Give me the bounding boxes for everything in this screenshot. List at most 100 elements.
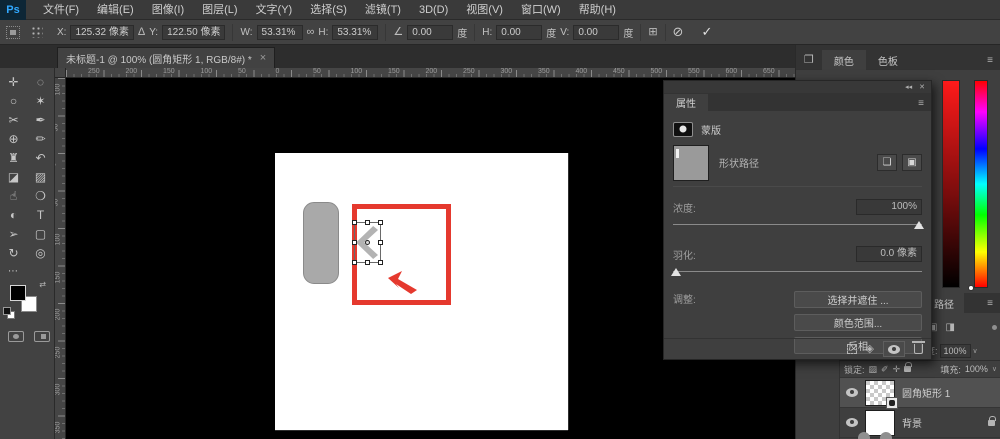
density-slider[interactable] <box>673 220 924 230</box>
height-input[interactable]: 53.31% <box>332 24 379 40</box>
delete-mask-icon[interactable] <box>912 341 925 354</box>
feather-slider[interactable] <box>671 267 922 277</box>
h-skew-input[interactable]: 0.00 <box>496 24 543 40</box>
tab-color[interactable]: 颜色 <box>821 50 866 70</box>
panel-menu-icon[interactable]: ≡ <box>918 98 924 109</box>
transform-handle[interactable] <box>352 220 357 225</box>
panel-footer-icon[interactable] <box>858 432 870 439</box>
menu-item-10[interactable]: 帮助(H) <box>570 0 625 20</box>
x-input[interactable]: 125.32 像素 <box>70 24 134 40</box>
menu-item-6[interactable]: 滤镜(T) <box>356 0 410 20</box>
transform-handle[interactable] <box>378 239 383 245</box>
history-brush-tool[interactable]: ↶ <box>29 148 53 167</box>
menu-item-8[interactable]: 视图(V) <box>457 0 512 20</box>
eraser-tool[interactable]: ◪ <box>2 167 26 186</box>
chevron-down-icon[interactable]: ∨ <box>973 347 978 355</box>
lock-image-pixels-icon[interactable]: ✐ <box>881 364 889 375</box>
transform-handle[interactable] <box>352 260 357 265</box>
eyedropper-tool[interactable]: ✒ <box>29 110 53 129</box>
tab-swatches[interactable]: 色板 <box>866 50 910 70</box>
edit-toolbar-ellipsis[interactable]: ⋯ <box>0 262 54 279</box>
type-tool[interactable]: T <box>29 205 53 224</box>
menu-item-1[interactable]: 编辑(E) <box>88 0 143 20</box>
feather-input[interactable]: 0.0 像素 <box>856 246 922 262</box>
y-input[interactable]: 122.50 像素 <box>162 24 226 40</box>
swap-colors-icon[interactable]: ⇄ <box>39 280 46 289</box>
visibility-eye-icon[interactable] <box>846 418 858 427</box>
menu-item-4[interactable]: 文字(Y) <box>247 0 302 20</box>
sponge-tool[interactable]: ❍ <box>29 186 53 205</box>
rotate-view-tool[interactable]: ↻ <box>2 243 26 262</box>
document-tab[interactable]: 未标题-1 @ 100% (圆角矩形 1, RGB/8#) * × <box>57 47 276 68</box>
transform-handle[interactable] <box>352 239 357 245</box>
cancel-transform-button[interactable]: ⊘ <box>673 24 684 40</box>
transform-handle[interactable] <box>364 260 370 265</box>
collapse-panel-icon[interactable]: ◂◂ <box>905 83 912 91</box>
path-selection-tool[interactable]: ➢ <box>2 224 26 243</box>
lasso-tool[interactable]: ○ <box>2 91 26 110</box>
magic-wand-tool[interactable]: ✶ <box>29 91 53 110</box>
layer-thumbnail[interactable] <box>865 379 898 409</box>
menu-item-7[interactable]: 3D(D) <box>410 0 457 20</box>
crop-tool[interactable]: ✂ <box>2 110 26 129</box>
width-input[interactable]: 53.31% <box>256 24 303 40</box>
gradient-tool[interactable]: ▨ <box>29 167 53 186</box>
menu-item-2[interactable]: 图像(I) <box>143 0 193 20</box>
quick-mask-icon[interactable] <box>8 331 24 342</box>
close-tab-icon[interactable]: × <box>260 52 266 64</box>
panel-menu-icon[interactable]: ≡ <box>987 298 993 309</box>
commit-transform-button[interactable]: ✓ <box>701 24 712 40</box>
select-and-mask-button[interactable]: 选择并遮住 ... <box>794 291 922 308</box>
hue-slider-marker[interactable] <box>968 285 974 291</box>
zoom-tool[interactable]: ◎ <box>29 243 53 262</box>
chevron-down-icon[interactable]: ∨ <box>992 365 997 373</box>
layer-thumbnail[interactable] <box>865 409 895 436</box>
lock-transparent-pixels-icon[interactable]: ▨ <box>869 364 878 375</box>
layer-name[interactable]: 背景 <box>902 415 922 430</box>
foreground-color-swatch[interactable] <box>10 285 26 301</box>
pencil-tool[interactable]: ✏ <box>29 129 53 148</box>
add-vector-mask-icon[interactable]: ▣ <box>902 154 922 171</box>
add-layer-mask-icon[interactable]: ❏ <box>877 154 897 171</box>
shape-tool[interactable]: ▢ <box>29 224 53 243</box>
color-ramp-red[interactable] <box>942 80 960 288</box>
transform-handle[interactable] <box>378 260 383 265</box>
color-ramp-hue[interactable] <box>974 80 988 288</box>
reference-point-icon[interactable] <box>31 26 43 38</box>
filter-adjustment-icon[interactable]: ◨ <box>945 322 954 333</box>
panel-thumbnail-icon[interactable]: ❐ <box>804 53 814 66</box>
slider-thumb[interactable] <box>671 268 681 276</box>
menu-item-5[interactable]: 选择(S) <box>301 0 356 20</box>
transform-handle[interactable] <box>378 220 383 225</box>
lock-all-icon[interactable] <box>904 362 913 372</box>
dodge-tool[interactable]: ◐ <box>2 205 26 224</box>
tool-preset-icon[interactable] <box>6 25 20 39</box>
move-tool[interactable]: ✛ <box>2 72 26 91</box>
slider-thumb[interactable] <box>914 221 924 229</box>
close-panel-icon[interactable]: ✕ <box>919 83 925 91</box>
rounded-rectangle-shape[interactable] <box>303 202 339 284</box>
fill-value[interactable]: 100% <box>965 364 988 374</box>
visibility-eye-icon[interactable] <box>846 388 858 397</box>
marquee-tool[interactable]: ◌ <box>29 72 53 91</box>
menu-item-0[interactable]: 文件(F) <box>34 0 88 20</box>
color-range-button[interactable]: 颜色范围... <box>794 314 922 331</box>
angle-input[interactable]: 0.00 <box>407 24 454 40</box>
transform-handle[interactable] <box>364 220 370 225</box>
tab-properties[interactable]: 属性 <box>664 94 708 111</box>
mask-visibility-toggle[interactable] <box>883 341 905 357</box>
link-dimensions-icon[interactable]: ∞ <box>307 26 315 38</box>
default-colors-icon[interactable] <box>3 307 15 319</box>
document-canvas[interactable] <box>275 153 568 430</box>
healing-brush-tool[interactable]: ⊕ <box>2 129 26 148</box>
menu-item-3[interactable]: 图层(L) <box>193 0 246 20</box>
screen-mode-icon[interactable] <box>34 331 50 342</box>
panel-menu-icon[interactable]: ≡ <box>987 55 993 66</box>
panel-footer-icon[interactable] <box>880 432 892 439</box>
density-input[interactable]: 100% <box>856 199 922 215</box>
layer-row-rounded-rectangle[interactable]: 圆角矩形 1 <box>840 378 1000 409</box>
free-transform-bounding-box[interactable] <box>352 220 383 265</box>
lock-position-icon[interactable]: ✛ <box>893 364 901 375</box>
layer-name[interactable]: 圆角矩形 1 <box>902 385 950 400</box>
v-skew-input[interactable]: 0.00 <box>573 24 620 40</box>
